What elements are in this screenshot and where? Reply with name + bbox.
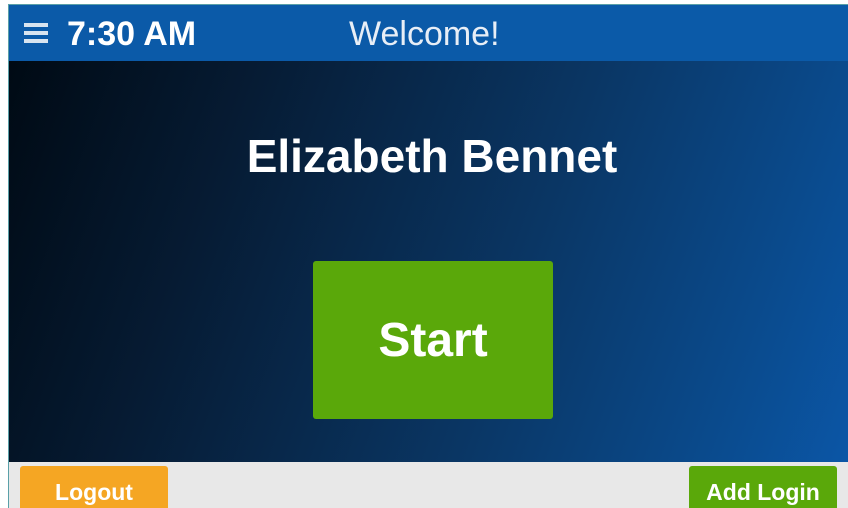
main-panel: Elizabeth Bennet Start bbox=[9, 61, 848, 462]
top-bar: 7:30 AM Welcome! bbox=[9, 5, 848, 61]
welcome-title: Welcome! bbox=[349, 15, 500, 53]
menu-icon-line bbox=[24, 23, 48, 27]
hamburger-menu-icon[interactable] bbox=[24, 23, 50, 43]
app-screen: 7:30 AM Welcome! Elizabeth Bennet Start … bbox=[8, 4, 848, 508]
bottom-bar: Logout Add Login bbox=[9, 462, 848, 508]
logout-button[interactable]: Logout bbox=[20, 466, 168, 508]
clock-time: 7:30 AM bbox=[67, 15, 197, 53]
user-name: Elizabeth Bennet bbox=[246, 130, 618, 182]
add-login-button[interactable]: Add Login bbox=[689, 466, 837, 508]
start-button[interactable]: Start bbox=[313, 261, 553, 419]
menu-icon-line bbox=[24, 39, 48, 43]
menu-icon-line bbox=[24, 31, 48, 35]
